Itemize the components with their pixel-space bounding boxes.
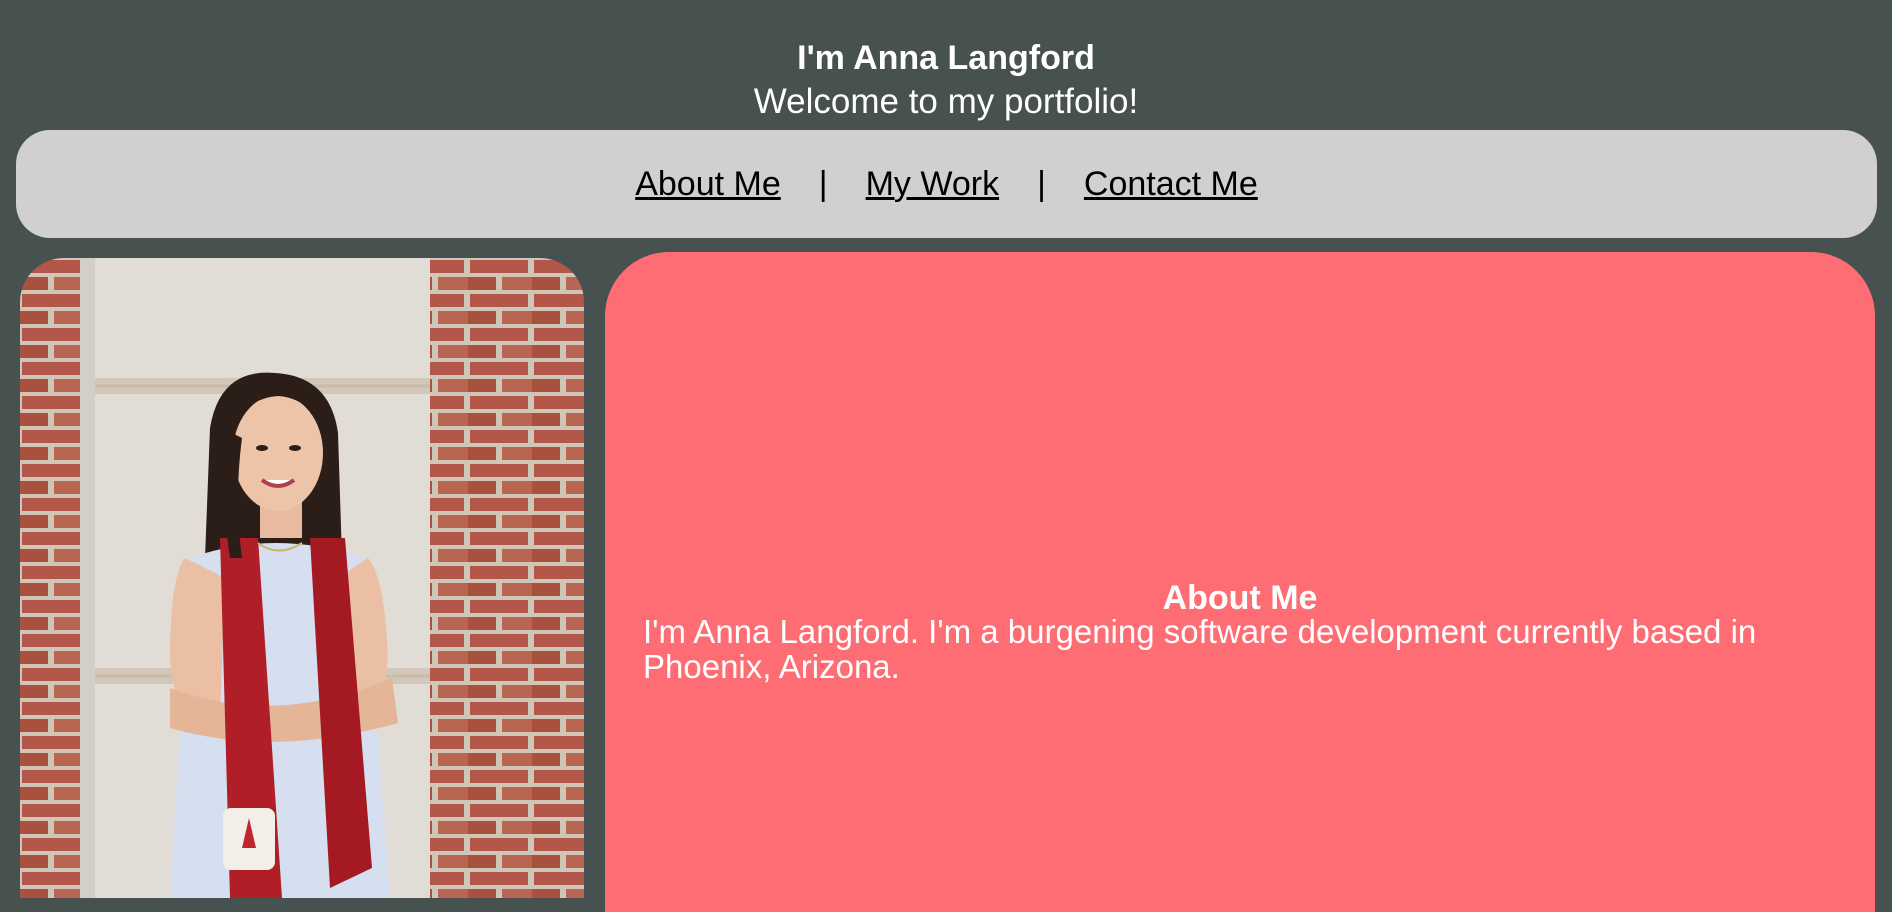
nav-link-about-me[interactable]: About Me	[635, 165, 781, 204]
about-me-section: About Me I'm Anna Langford. I'm a burgen…	[605, 252, 1875, 912]
portrait-photo-illustration	[20, 258, 584, 898]
main-nav: About Me | My Work | Contact Me	[16, 130, 1877, 238]
page-title: I'm Anna Langford	[797, 39, 1095, 77]
nav-link-contact-me[interactable]: Contact Me	[1084, 165, 1258, 204]
about-me-heading: About Me	[1162, 579, 1318, 617]
about-me-text: I'm Anna Langford. I'm a burgening softw…	[643, 613, 1757, 685]
nav-separator: |	[1037, 164, 1046, 203]
page-subtitle: Welcome to my portfolio!	[753, 82, 1139, 121]
nav-separator: |	[818, 164, 828, 203]
nav-link-my-work[interactable]: My Work	[866, 165, 999, 204]
profile-photo	[20, 258, 584, 898]
